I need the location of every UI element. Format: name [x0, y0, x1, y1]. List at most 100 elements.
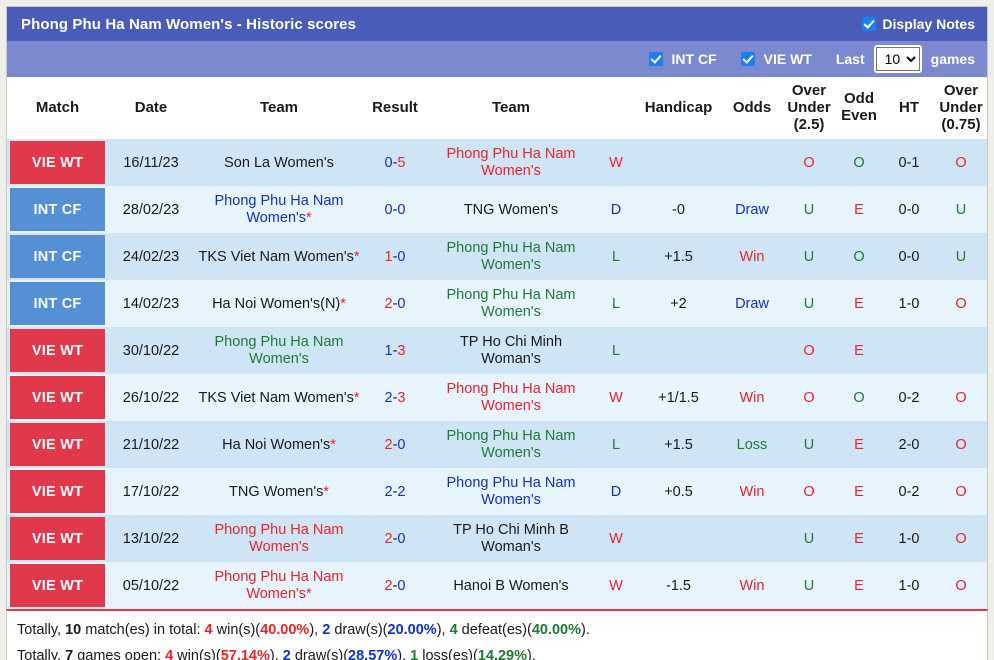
- home-team-name[interactable]: Ha Noi Women's(N): [212, 296, 340, 312]
- league-badge[interactable]: VIE WT: [10, 141, 105, 185]
- home-team-name[interactable]: Ha Noi Women's: [222, 437, 330, 453]
- home-team-name[interactable]: Phong Phu Ha Nam Women's: [215, 522, 344, 555]
- filter-int-cf-label[interactable]: INT CF: [672, 51, 717, 67]
- s2-t6: ),: [397, 648, 411, 660]
- row-home-team[interactable]: Phong Phu Ha Nam Women's: [194, 515, 364, 563]
- row-half-time-score: 0-0: [883, 233, 935, 281]
- home-team-name[interactable]: Son La Women's: [224, 155, 334, 171]
- home-team-note-star: *: [306, 585, 312, 602]
- filter-vie-wt-checkbox[interactable]: [740, 52, 755, 66]
- row-league-badge-cell[interactable]: INT CF: [7, 186, 108, 234]
- row-home-team[interactable]: TKS Viet Nam Women's*: [194, 233, 364, 281]
- games-count-select[interactable]: 10203050: [875, 47, 920, 71]
- league-badge[interactable]: VIE WT: [10, 329, 105, 373]
- row-home-team[interactable]: TNG Women's*: [194, 468, 364, 516]
- row-league-badge-cell[interactable]: VIE WT: [7, 374, 108, 422]
- row-home-team[interactable]: Phong Phu Ha Nam Women's*: [194, 562, 364, 610]
- league-badge[interactable]: VIE WT: [10, 376, 105, 420]
- col-header-odds: Odds: [721, 77, 783, 140]
- score-home: 2: [384, 389, 393, 406]
- row-away-team[interactable]: Phong Phu Ha Nam Women's: [426, 233, 596, 281]
- away-team-name[interactable]: Phong Phu Ha Nam Women's: [447, 428, 576, 461]
- row-away-team[interactable]: Phong Phu Ha Nam Women's: [426, 468, 596, 516]
- away-team-name[interactable]: Phong Phu Ha Nam Women's: [447, 240, 576, 273]
- row-away-team[interactable]: TP Ho Chi Minh B Woman's: [426, 515, 596, 563]
- row-league-badge-cell[interactable]: VIE WT: [7, 515, 108, 563]
- table-row[interactable]: INT CF 24/02/23 TKS Viet Nam Women's* 1-0 Ph…: [7, 233, 987, 281]
- row-score: 0-0: [364, 186, 426, 234]
- row-league-badge-cell[interactable]: VIE WT: [7, 421, 108, 469]
- row-home-team[interactable]: Phong Phu Ha Nam Women's*: [194, 186, 364, 234]
- row-league-badge-cell[interactable]: INT CF: [7, 280, 108, 328]
- row-over-under-075: [935, 327, 987, 375]
- row-outcome: D: [596, 468, 636, 516]
- league-badge[interactable]: INT CF: [10, 235, 105, 279]
- table-row[interactable]: INT CF 28/02/23 Phong Phu Ha Nam Women's* 0…: [7, 186, 987, 234]
- row-away-team[interactable]: Phong Phu Ha Nam Women's: [426, 139, 596, 187]
- col-header-over-under-25: Over Under (2.5): [783, 77, 835, 140]
- s1-wins: 4: [204, 622, 213, 639]
- table-row[interactable]: VIE WT 21/10/22 Ha Noi Women's* 2-0 Phong Ph…: [7, 421, 987, 469]
- table-row[interactable]: VIE WT 30/10/22 Phong Phu Ha Nam Women's 1-…: [7, 327, 987, 375]
- row-league-badge-cell[interactable]: VIE WT: [7, 139, 108, 187]
- row-away-team[interactable]: TNG Women's: [426, 186, 596, 234]
- home-team-name[interactable]: TKS Viet Nam Women's: [199, 390, 354, 406]
- row-league-badge-cell[interactable]: VIE WT: [7, 327, 108, 375]
- away-team-name[interactable]: Phong Phu Ha Nam Women's: [447, 146, 576, 179]
- league-badge[interactable]: VIE WT: [10, 423, 105, 467]
- row-league-badge-cell[interactable]: VIE WT: [7, 562, 108, 610]
- away-team-name[interactable]: TNG Women's: [464, 202, 558, 218]
- league-badge[interactable]: INT CF: [10, 188, 105, 232]
- home-team-name[interactable]: TKS Viet Nam Women's: [199, 249, 354, 265]
- away-team-name[interactable]: Phong Phu Ha Nam Women's: [447, 381, 576, 414]
- row-odds: Draw: [721, 280, 783, 328]
- table-row[interactable]: VIE WT 05/10/22 Phong Phu Ha Nam Women's* 2…: [7, 562, 987, 610]
- league-badge[interactable]: VIE WT: [10, 517, 105, 561]
- odds-value: Win: [739, 389, 765, 406]
- table-row[interactable]: VIE WT 17/10/22 TNG Women's* 2-2 Phong Phu H…: [7, 468, 987, 516]
- home-team-name[interactable]: TNG Women's: [229, 484, 323, 500]
- row-home-team[interactable]: Ha Noi Women's(N)*: [194, 280, 364, 328]
- home-team-name[interactable]: Phong Phu Ha Nam Women's: [215, 569, 344, 602]
- s1-t8: ).: [581, 622, 590, 639]
- row-odds: Win: [721, 468, 783, 516]
- league-badge[interactable]: INT CF: [10, 282, 105, 326]
- row-over-under-25: U: [783, 562, 835, 610]
- table-row[interactable]: VIE WT 13/10/22 Phong Phu Ha Nam Women's 2-…: [7, 515, 987, 563]
- display-notes-label[interactable]: Display Notes: [882, 16, 975, 32]
- table-row[interactable]: VIE WT 16/11/23 Son La Women's 0-5 Phong Phu…: [7, 139, 987, 187]
- table-row[interactable]: VIE WT 26/10/22 TKS Viet Nam Women's* 2-3 Ph…: [7, 374, 987, 422]
- row-date: 30/10/22: [108, 327, 194, 375]
- row-home-team[interactable]: Phong Phu Ha Nam Women's: [194, 327, 364, 375]
- row-away-team[interactable]: Phong Phu Ha Nam Women's: [426, 421, 596, 469]
- row-home-team[interactable]: TKS Viet Nam Women's*: [194, 374, 364, 422]
- display-notes-control[interactable]: Display Notes: [862, 16, 975, 32]
- row-over-under-075: O: [935, 515, 987, 563]
- row-outcome: W: [596, 562, 636, 610]
- row-home-team[interactable]: Son La Women's: [194, 139, 364, 187]
- away-team-name[interactable]: TP Ho Chi Minh Woman's: [460, 334, 562, 367]
- filter-int-cf-checkbox[interactable]: [648, 52, 663, 66]
- away-team-name[interactable]: Hanoi B Women's: [453, 578, 568, 594]
- table-row[interactable]: INT CF 14/02/23 Ha Noi Women's(N)* 2-0 Phong…: [7, 280, 987, 328]
- home-team-note-star: *: [323, 483, 329, 500]
- row-league-badge-cell[interactable]: INT CF: [7, 233, 108, 281]
- league-badge[interactable]: VIE WT: [10, 564, 105, 608]
- row-away-team[interactable]: Phong Phu Ha Nam Women's: [426, 280, 596, 328]
- row-league-badge-cell[interactable]: VIE WT: [7, 468, 108, 516]
- row-date: 21/10/22: [108, 421, 194, 469]
- away-team-name[interactable]: Phong Phu Ha Nam Women's: [447, 287, 576, 320]
- home-team-name[interactable]: Phong Phu Ha Nam Women's: [215, 334, 344, 367]
- league-badge[interactable]: VIE WT: [10, 470, 105, 514]
- col-header-over-under-075: Over Under (0.75): [935, 77, 987, 140]
- scores-panel: Phong Phu Ha Nam Women's - Historic scor…: [6, 6, 988, 610]
- filter-vie-wt-label[interactable]: VIE WT: [764, 51, 812, 67]
- display-notes-checkbox[interactable]: [862, 17, 877, 31]
- away-team-name[interactable]: TP Ho Chi Minh B Woman's: [453, 522, 569, 555]
- row-away-team[interactable]: TP Ho Chi Minh Woman's: [426, 327, 596, 375]
- row-away-team[interactable]: Phong Phu Ha Nam Women's: [426, 374, 596, 422]
- row-away-team[interactable]: Hanoi B Women's: [426, 562, 596, 610]
- home-team-name[interactable]: Phong Phu Ha Nam Women's: [215, 193, 344, 226]
- row-home-team[interactable]: Ha Noi Women's*: [194, 421, 364, 469]
- away-team-name[interactable]: Phong Phu Ha Nam Women's: [447, 475, 576, 508]
